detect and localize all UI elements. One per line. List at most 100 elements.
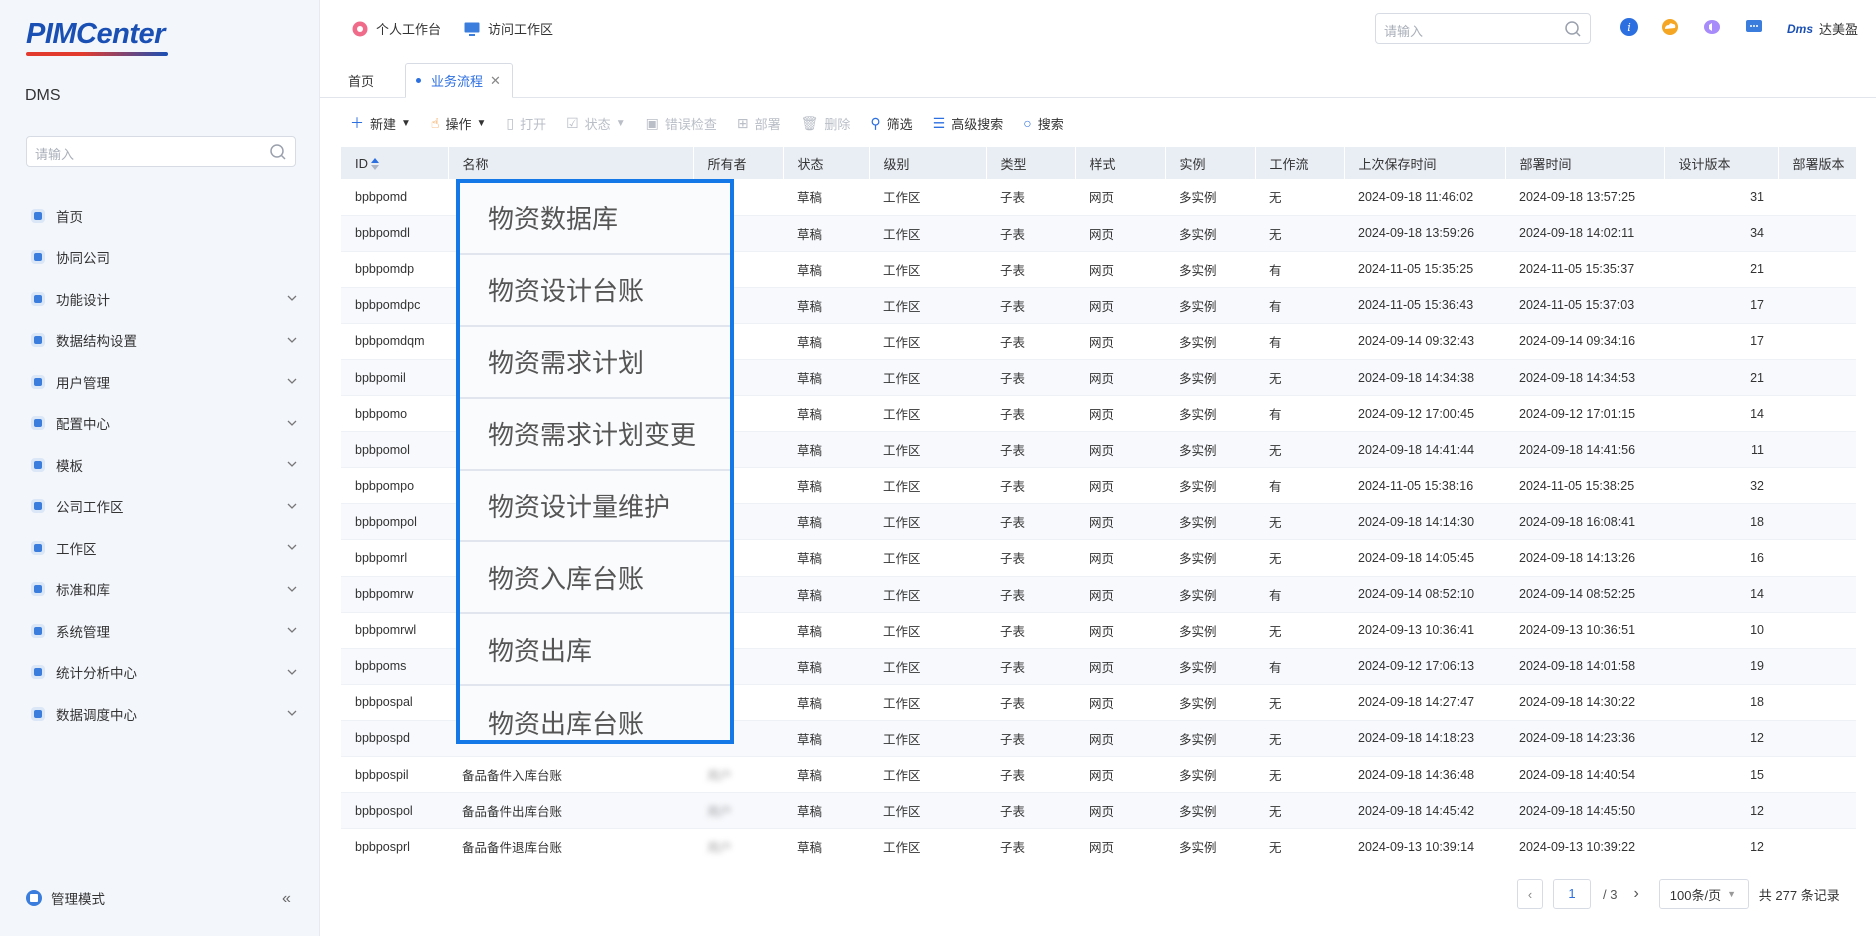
sidebar-item-10[interactable]: 系统管理 <box>0 610 320 652</box>
user-menu[interactable]: Dms 达美盈 <box>1787 19 1858 38</box>
close-tab-icon[interactable]: ✕ <box>490 73 501 89</box>
table-cell: 备品备件入库台账 <box>448 756 693 794</box>
chevron-down-icon[interactable] <box>286 458 298 470</box>
sidebar-item-2[interactable]: 功能设计 <box>0 278 320 320</box>
status-button[interactable]: ☑ 状态 ▼ <box>566 114 625 133</box>
sidebar-item-0[interactable]: 首页 <box>0 195 320 237</box>
chevron-down-icon[interactable] <box>286 583 298 595</box>
table-cell: 多实例 <box>1165 503 1255 541</box>
sidebar-item-7[interactable]: 公司工作区 <box>0 486 320 528</box>
workbench-icon <box>352 21 368 36</box>
chevron-down-icon[interactable] <box>286 292 298 304</box>
chevron-down-icon[interactable] <box>286 375 298 387</box>
chevron-down-icon[interactable] <box>286 500 298 512</box>
sidebar-item-1[interactable]: 协同公司 <box>0 237 320 279</box>
column-header-label: 实例 <box>1179 156 1206 172</box>
next-page-button[interactable]: › <box>1633 885 1638 903</box>
global-search-input[interactable]: 请输入 <box>1375 13 1591 44</box>
sidebar-item-8[interactable]: 工作区 <box>0 527 320 569</box>
message-icon[interactable] <box>1743 16 1765 38</box>
chevron-down-icon[interactable] <box>286 666 298 678</box>
search-icon[interactable] <box>269 143 287 161</box>
chevron-down-icon[interactable] <box>286 334 298 346</box>
table-row[interactable]: bpbpospol 备品备件出库台账 用户 草稿 工作区 子表 网页 多实例无 2024-09-… <box>341 792 1856 830</box>
sort-icon[interactable] <box>371 158 379 171</box>
chevron-down-icon[interactable] <box>286 541 298 553</box>
table-cell: 工作区 <box>869 395 986 433</box>
tab-home[interactable]: 首页 <box>348 63 374 98</box>
table-cell: 多实例 <box>1165 251 1255 288</box>
page-number-input[interactable]: 1 <box>1553 879 1591 909</box>
table-row[interactable]: bpbposprl 备品备件退库台账 用户 草稿 工作区 子表 网页 多实例无 2024-09-… <box>341 828 1856 863</box>
search-button[interactable]: ○ 搜索 <box>1023 114 1063 133</box>
column-header-8[interactable]: 工作流 <box>1255 147 1345 179</box>
advanced-search-button[interactable]: ☰ 高级搜索 <box>933 114 1004 133</box>
column-header-3[interactable]: 状态 <box>783 147 870 179</box>
sidebar-item-label: 配置中心 <box>56 417 110 433</box>
open-button[interactable]: ▯ 打开 <box>506 114 546 133</box>
page-size-select[interactable]: 100条/页 ▼ <box>1658 879 1749 909</box>
table-cell: 工作区 <box>869 179 986 216</box>
column-header-2[interactable]: 所有者 <box>693 147 784 179</box>
column-header-11[interactable]: 设计版本 <box>1664 147 1779 179</box>
table-cell: 18 <box>1664 684 1778 721</box>
column-header-5[interactable]: 类型 <box>986 147 1076 179</box>
collapse-sidebar-icon[interactable]: « <box>282 890 291 908</box>
table-cell: 2024-09-18 14:41:56 <box>1505 431 1664 469</box>
table-cell: 12 <box>1664 792 1778 830</box>
table-cell: 草稿 <box>783 179 869 216</box>
chevron-down-icon[interactable] <box>286 707 298 719</box>
cube-icon <box>31 333 45 348</box>
column-header-4[interactable]: 级别 <box>869 147 987 179</box>
table-row[interactable]: bpbpospil 备品备件入库台账 用户 草稿 工作区 子表 网页 多实例无 2024-09-… <box>341 756 1856 794</box>
info-icon[interactable]: i <box>1618 16 1640 38</box>
table-cell: 网页 <box>1075 323 1165 360</box>
chevron-down-icon[interactable] <box>286 624 298 636</box>
sidebar-item-4[interactable]: 用户管理 <box>0 361 320 403</box>
sidebar-search-input[interactable]: 请输入 <box>26 136 296 167</box>
deploy-label: 部署 <box>754 116 781 132</box>
column-header-label: 状态 <box>797 156 824 172</box>
svg-text:i: i <box>1627 21 1631 34</box>
operate-button[interactable]: ☝ 操作 ▼ <box>431 114 486 133</box>
app-logo[interactable]: PIMCenter <box>26 18 165 51</box>
chevron-down-icon[interactable] <box>286 417 298 429</box>
table-cell: 草稿 <box>783 431 869 469</box>
chevron-down-icon: ▼ <box>615 117 626 129</box>
new-button[interactable]: ＋ 新建 ▼ <box>350 113 411 133</box>
cloud-icon[interactable] <box>1659 16 1681 38</box>
column-header-6[interactable]: 样式 <box>1075 147 1166 179</box>
schedule-icon <box>31 706 45 721</box>
sidebar-item-9[interactable]: 标准和库 <box>0 569 320 611</box>
column-header-12[interactable]: 部署版本 <box>1778 147 1856 179</box>
column-header-1[interactable]: 名称 <box>448 147 694 179</box>
sidebar-item-3[interactable]: 数据结构设置 <box>0 320 320 362</box>
filter-button[interactable]: ⚲ 筛选 <box>870 114 912 133</box>
advanced-search-icon: ☰ <box>932 114 946 131</box>
error-check-button[interactable]: ▣ 错误检查 <box>646 114 717 133</box>
sidebar-item-6[interactable]: 模板 <box>0 444 320 486</box>
visit-workspace-link[interactable]: 访问工作区 <box>463 19 553 38</box>
deploy-button[interactable]: ⊞ 部署 <box>737 114 781 133</box>
table-cell: 2024-09-18 16:08:41 <box>1505 503 1664 541</box>
sidebar-item-5[interactable]: 配置中心 <box>0 403 320 445</box>
column-header-0[interactable]: ID <box>341 147 449 179</box>
column-header-9[interactable]: 上次保存时间 <box>1344 147 1506 179</box>
voice-icon[interactable] <box>1701 16 1723 38</box>
search-icon[interactable] <box>1564 20 1582 38</box>
table-cell: 2024-11-05 15:38:25 <box>1505 467 1664 505</box>
table-cell: 17 <box>1664 323 1778 360</box>
tab-business-process[interactable]: 业务流程 ✕ <box>405 63 513 98</box>
sidebar-item-11[interactable]: 统计分析中心 <box>0 652 320 694</box>
table-cell: 备品备件出库台账 <box>448 792 693 830</box>
delete-button[interactable]: 🗑 删除 <box>801 114 851 133</box>
prev-page-button[interactable]: ‹ <box>1517 879 1543 909</box>
admin-mode-toggle[interactable]: 管理模式 <box>25 888 105 908</box>
table-cell: 多实例 <box>1165 179 1255 216</box>
column-header-10[interactable]: 部署时间 <box>1505 147 1665 179</box>
personal-workbench-link[interactable]: 个人工作台 <box>351 19 441 38</box>
table-cell: 2024-09-18 14:41:44 <box>1344 431 1505 469</box>
sidebar-item-12[interactable]: 数据调度中心 <box>0 693 320 735</box>
column-header-7[interactable]: 实例 <box>1165 147 1256 179</box>
trash-icon: 🗑 <box>800 114 819 131</box>
